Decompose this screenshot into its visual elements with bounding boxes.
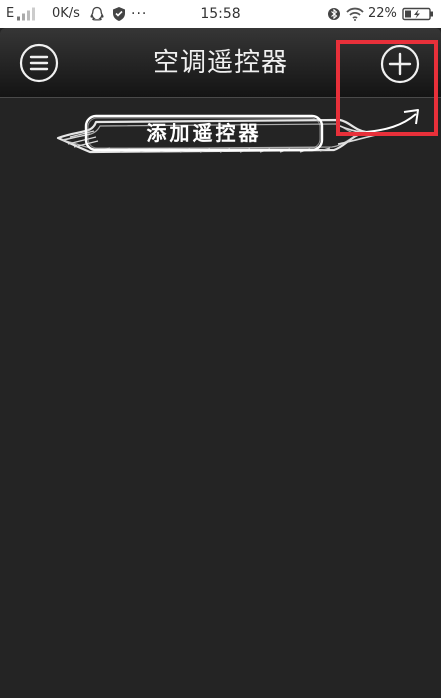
bluetooth-icon [328,8,340,20]
battery-charging-icon [402,7,433,21]
plus-circle-icon[interactable] [378,42,422,86]
status-bar: E 0K/s ··· 15:58 22% [0,0,441,28]
add-remote-hint-text: 添加遥控器 [146,121,262,145]
app-screen: E 0K/s ··· 15:58 22% 空调遥控器 添加遥控器 [0,0,441,698]
page-title: 空调遥控器 [152,48,288,78]
title-bar: 空调遥控器 [0,28,441,98]
menu-circle-icon[interactable] [18,42,60,84]
battery-percent: 22% [368,6,397,21]
wifi-icon [346,7,364,21]
